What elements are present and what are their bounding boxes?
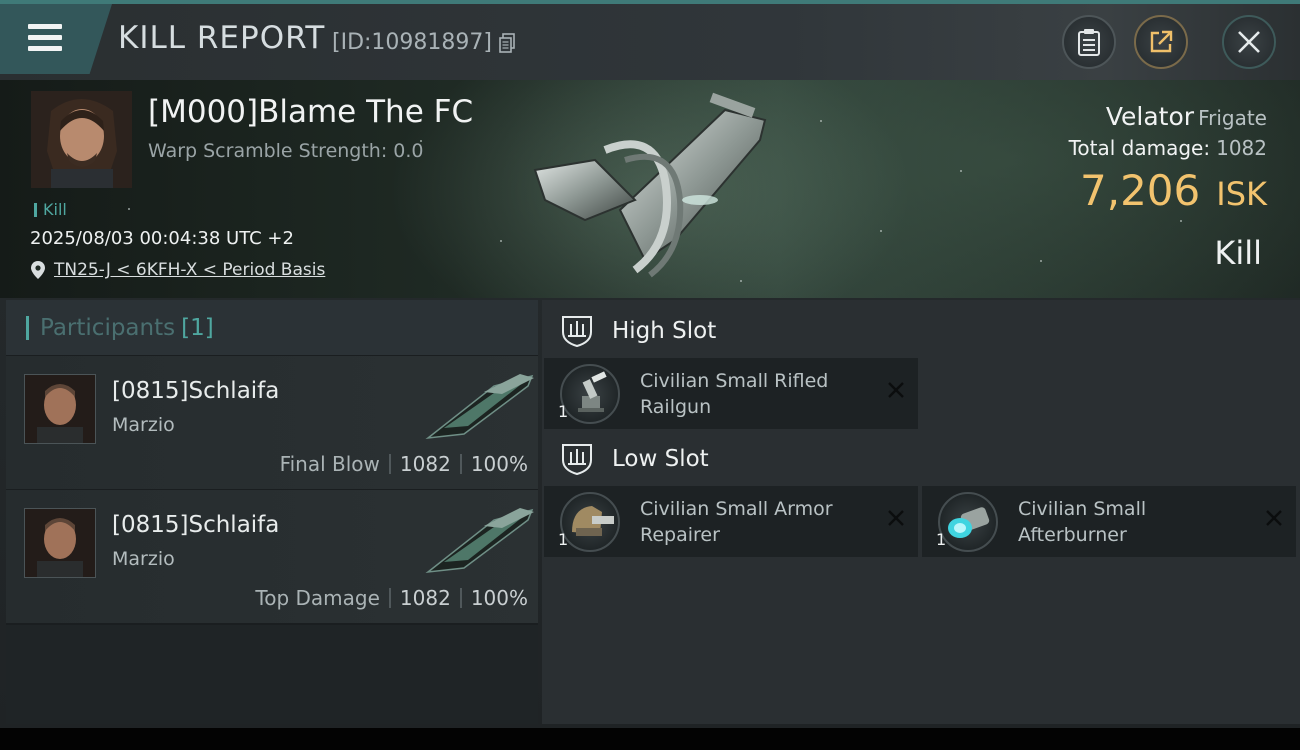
railgun-icon (560, 364, 620, 424)
ship-name: Velator (1105, 102, 1195, 131)
participant-stats: Final Blow 1082 100% (280, 452, 528, 476)
isk-unit: ISK (1216, 175, 1267, 213)
participants-count: [1] (181, 315, 214, 341)
total-damage-label: Total damage: (1068, 136, 1211, 160)
participant-avatar[interactable] (24, 374, 96, 444)
victim-name[interactable]: [M000]Blame The FC (148, 94, 473, 130)
victim-ship-image[interactable] (525, 90, 775, 280)
participant-role: Top Damage (255, 586, 380, 610)
module-slot[interactable]: 1 Civilian Small Armor Repairer (544, 486, 918, 557)
participant-percent: 100% (470, 586, 528, 610)
module-quantity: 1 (558, 530, 569, 549)
slot-shield-icon (562, 444, 592, 476)
afterburner-icon (938, 492, 998, 552)
participant-row[interactable]: [0815]Schlaifa Marzio Top Damage 1082 100% (6, 490, 538, 625)
kill-report-window: KILL REPORT [ID:10981897] [M000]Blame Th… (0, 0, 1300, 728)
victim-ship-type: Velator Frigate (1106, 102, 1267, 131)
total-damage: Total damage: 1082 (1069, 136, 1267, 160)
copy-icon[interactable] (499, 33, 515, 53)
module-name: Civilian Small Afterburner (1018, 498, 1147, 546)
participants-header[interactable]: Participants [1] (6, 300, 538, 356)
report-id: [ID:10981897] (332, 30, 492, 55)
remove-x-icon[interactable] (886, 380, 906, 400)
share-icon (1150, 30, 1173, 53)
module-quantity: 1 (936, 530, 947, 549)
close-icon (1238, 31, 1260, 53)
participants-accent-bar (26, 316, 29, 340)
high-slot-title: High Slot (612, 318, 717, 344)
clipboard-icon (1078, 29, 1100, 56)
participant-damage: 1082 (399, 452, 451, 476)
header-bar: KILL REPORT [ID:10981897] (0, 0, 1300, 80)
participant-avatar[interactable] (24, 508, 96, 578)
warp-scramble-strength: Warp Scramble Strength: 0.0 (148, 140, 424, 162)
fitting-panel: High Slot 1 Civilian Small Rifled Railgu… (542, 300, 1300, 724)
victim-portrait[interactable] (31, 91, 132, 188)
participant-ship-image[interactable] (424, 372, 536, 444)
page-title: KILL REPORT (118, 20, 326, 56)
kill-datetime: 2025/08/03 00:04:38 UTC +2 (30, 228, 294, 249)
isk-value: 7,206 ISK (1080, 166, 1267, 215)
low-slot-title: Low Slot (612, 446, 709, 472)
module-name: Civilian Small Armor Repairer (640, 498, 833, 546)
armor-repairer-icon (560, 492, 620, 552)
stats-divider (459, 588, 462, 608)
slot-shield-icon (562, 316, 592, 348)
close-button[interactable] (1222, 15, 1276, 69)
hamburger-menu-icon (28, 24, 62, 52)
ship-class: Frigate (1198, 106, 1267, 130)
bottom-bar (0, 728, 1300, 750)
participant-role: Final Blow (279, 452, 380, 476)
module-quantity: 1 (558, 402, 569, 421)
participants-title: Participants (40, 315, 176, 341)
participant-corp: Marzio (112, 548, 175, 570)
share-button[interactable] (1134, 15, 1188, 69)
stats-divider (388, 588, 391, 608)
module-slot[interactable]: 1 Civilian Small Rifled Railgun (544, 358, 918, 429)
stats-divider (388, 454, 391, 474)
module-name: Civilian Small Rifled Railgun (640, 370, 829, 418)
participant-percent: 100% (470, 452, 528, 476)
participant-corp: Marzio (112, 414, 175, 436)
participants-panel: Participants [1] [0815]Schlaifa Marzio F… (6, 300, 538, 724)
menu-button[interactable] (0, 4, 112, 74)
participant-row[interactable]: [0815]Schlaifa Marzio Final Blow 1082 100% (6, 356, 538, 491)
stats-divider (459, 454, 462, 474)
participant-name[interactable]: [0815]Schlaifa (112, 512, 279, 538)
remove-x-icon[interactable] (1264, 508, 1284, 528)
participant-name[interactable]: [0815]Schlaifa (112, 378, 279, 404)
participant-stats: Top Damage 1082 100% (255, 586, 528, 610)
location-pin-icon (31, 261, 45, 279)
total-damage-value: 1082 (1216, 136, 1267, 160)
participant-damage: 1082 (399, 586, 451, 610)
header-accent-line (0, 0, 1300, 4)
isk-amount: 7,206 (1080, 166, 1201, 215)
clipboard-button[interactable] (1062, 15, 1116, 69)
result-label: Kill (1214, 234, 1262, 272)
module-slot[interactable]: 1 Civilian Small Afterburner (922, 486, 1296, 557)
kill-tag: Kill (34, 200, 67, 219)
location-link[interactable]: TN25-J < 6KFH-X < Period Basis (54, 260, 325, 280)
participant-ship-image[interactable] (424, 506, 536, 578)
remove-x-icon[interactable] (886, 508, 906, 528)
victim-banner: [M000]Blame The FC Warp Scramble Strengt… (0, 80, 1300, 298)
